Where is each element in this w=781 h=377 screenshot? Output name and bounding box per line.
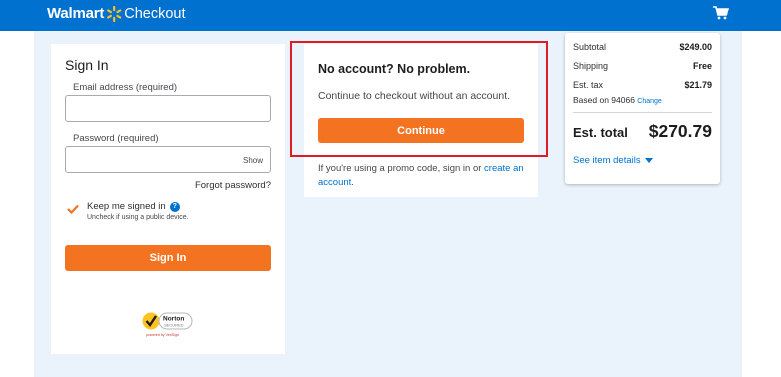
checkout-label: Checkout xyxy=(124,6,186,22)
see-item-details-link[interactable]: See item details xyxy=(573,155,653,166)
shipping-value: Free xyxy=(692,61,712,71)
norton-secured-badge: Norton SECURED powered by VeriSign xyxy=(142,312,193,337)
email-label: Email address (required) xyxy=(73,82,178,93)
change-zip-link[interactable]: Change xyxy=(637,98,662,105)
tax-row: Est. tax $21.79 xyxy=(573,80,712,90)
norton-powered-text: powered by VeriSign xyxy=(146,333,179,337)
keep-signed-in: Keep me signed in ? xyxy=(87,201,180,212)
shipping-row: Shipping Free xyxy=(573,61,712,71)
tax-basis: Based on 94066 Change xyxy=(573,95,662,105)
public-device-hint: Uncheck if using a public device. xyxy=(87,214,189,221)
promo-note: If you're using a promo code, sign in or… xyxy=(318,162,530,190)
spark-icon xyxy=(107,5,122,23)
order-summary-card: Subtotal $249.00 Shipping Free Est. tax … xyxy=(565,33,720,184)
keep-signed-in-label: Keep me signed in xyxy=(87,201,166,212)
email-field[interactable] xyxy=(65,95,271,122)
summary-divider xyxy=(573,112,712,113)
password-label: Password (required) xyxy=(73,133,159,144)
header-bar: Walmart Checkout xyxy=(0,0,781,31)
shipping-label: Shipping xyxy=(573,61,609,71)
tax-value: $21.79 xyxy=(684,80,712,90)
show-password-button[interactable]: Show xyxy=(243,156,263,165)
subtotal-value: $249.00 xyxy=(679,42,712,52)
tax-label: Est. tax xyxy=(573,80,604,90)
keep-signed-in-checkbox[interactable] xyxy=(67,204,79,214)
total-label: Est. total xyxy=(573,125,628,140)
walmart-logo[interactable]: Walmart Checkout xyxy=(47,5,186,23)
subtotal-row: Subtotal $249.00 xyxy=(573,42,712,52)
password-field[interactable]: Show xyxy=(65,146,271,173)
subtotal-label: Subtotal xyxy=(573,42,607,52)
sign-in-title: Sign In xyxy=(65,57,109,73)
chevron-down-icon xyxy=(644,158,653,163)
tax-basis-text: Based on 94066 xyxy=(573,95,635,105)
details-label: See item details xyxy=(573,155,641,166)
total-value: $270.79 xyxy=(648,121,712,141)
cart-icon[interactable] xyxy=(713,6,729,20)
promo-text: If you're using a promo code, sign in or xyxy=(318,163,485,174)
forgot-password-link[interactable]: Forgot password? xyxy=(195,180,271,191)
sign-in-card: Sign In Email address (required) Passwor… xyxy=(51,44,285,354)
norton-name: Norton xyxy=(163,316,184,323)
sign-in-button[interactable]: Sign In xyxy=(65,245,271,271)
promo-end: . xyxy=(351,177,354,188)
highlight-box xyxy=(290,41,548,157)
info-icon[interactable]: ? xyxy=(169,201,180,212)
norton-secured-text: SECURED xyxy=(164,323,184,328)
brand-name: Walmart xyxy=(47,5,105,22)
